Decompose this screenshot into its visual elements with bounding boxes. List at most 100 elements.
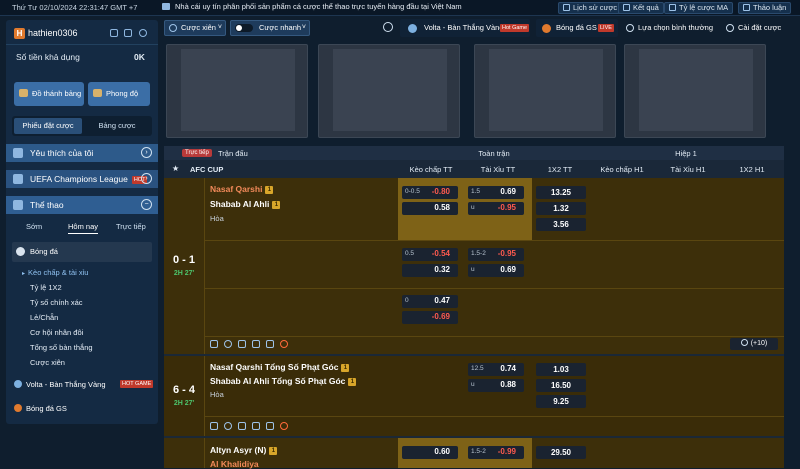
fire-icon[interactable] [280, 422, 288, 430]
stats-icon[interactable] [238, 422, 246, 430]
banner-2[interactable] [318, 44, 460, 138]
odds-cell[interactable]: 1.03 [536, 363, 586, 376]
menu-1x2[interactable]: Tỷ lệ 1X2 [30, 283, 62, 292]
menu-handicap[interactable]: ▸ Kèo chấp & tài xỉu [22, 268, 88, 277]
match-score: 0 - 1 [172, 254, 195, 266]
star-icon [13, 148, 23, 158]
favorite-icon[interactable] [210, 340, 218, 348]
results-icon [623, 4, 630, 11]
odds-cell[interactable]: u -0.95 [468, 202, 524, 215]
col-match: Trận đấu [218, 149, 248, 158]
sports-section[interactable]: Thể thao − [6, 196, 158, 214]
avatar: H [14, 28, 25, 39]
scoreboard-button[interactable]: Đồ thánh bảng [14, 82, 84, 106]
chevron-right-icon: › [141, 147, 152, 158]
banner-1[interactable] [166, 44, 308, 138]
odds-cell[interactable]: 16.50 [536, 379, 586, 392]
banner-4[interactable] [624, 44, 766, 138]
more-bets-button[interactable]: (+10) [730, 338, 778, 350]
tab-bet-slip[interactable]: Phiếu đặt cược [14, 118, 82, 134]
tv-icon[interactable] [266, 422, 274, 430]
chevron-down-icon: ˅ [301, 24, 306, 31]
col-ou-ft: Tài Xỉu TT [480, 165, 516, 174]
league-name: AFC CUP [190, 165, 224, 174]
odds-table: Trực tiếp Trận đấu Toàn trận Hiệp 1 ★ AF… [164, 146, 784, 469]
subtab-live[interactable]: Trực tiếp [116, 222, 146, 231]
odds-cell[interactable]: 13.25 [536, 186, 586, 199]
hot-game-badge: HOT GAME [120, 380, 154, 388]
favorite-icon[interactable] [210, 422, 218, 430]
chevron-down-icon: − [141, 199, 152, 210]
subtab-early[interactable]: Sớm [26, 222, 42, 231]
odds-cell[interactable]: 1.5 0.69 [468, 186, 524, 199]
odds-cell[interactable]: 0.60 [402, 446, 458, 459]
draw-label: Hòa [210, 390, 224, 399]
odds-cell[interactable]: u 0.69 [468, 264, 524, 277]
menu-correct-score[interactable]: Tỷ số chính xác [30, 298, 83, 307]
sidebar-volta[interactable]: Volta - Bàn Thắng Vàng HOT GAME [14, 380, 154, 389]
odds-cell[interactable]: 29.50 [536, 446, 586, 459]
draw-label: Hòa [210, 214, 224, 223]
form-button[interactable]: Phong độ [88, 82, 150, 106]
tab-bet-board[interactable]: Bảng cược [84, 118, 150, 134]
discussion-button[interactable]: Thảo luận [738, 2, 792, 14]
odds-cell[interactable]: 1.32 [536, 202, 586, 215]
trophy-icon [93, 89, 102, 97]
search-icon[interactable] [383, 22, 393, 32]
hot-game-badge: Hot Game [500, 24, 530, 32]
message-icon[interactable] [124, 29, 132, 37]
odds-cell[interactable]: 9.25 [536, 395, 586, 408]
sidebar-gs[interactable]: Bóng đá GS [14, 404, 67, 413]
view-icon[interactable] [224, 340, 232, 348]
match-score: 6 - 4 [172, 384, 195, 396]
results-button[interactable]: Kết quả [618, 2, 664, 14]
odds-cell[interactable]: 0-0.5 -0.80 [402, 186, 458, 199]
odds-cell[interactable]: 3.56 [536, 218, 586, 231]
chevron-right-icon: › [141, 173, 152, 184]
home-team: Altyn Asyr (N) 1 [210, 445, 278, 455]
gs-link[interactable]: Bóng đá GS LIVE [536, 19, 618, 37]
speaker-icon [162, 3, 170, 10]
stats-icon[interactable] [238, 340, 246, 348]
odds-cell[interactable]: u 0.88 [468, 379, 524, 392]
menu-total-goals[interactable]: Tổng số bàn thắng [30, 343, 93, 352]
quick-bet-toggle[interactable]: Cược nhanh ˅ [230, 20, 310, 36]
stats-icon: 1 [272, 201, 281, 209]
odds-type-button[interactable]: Tỷ lệ cược MA [664, 2, 734, 14]
view-icon[interactable] [224, 422, 232, 430]
banner-3[interactable] [474, 44, 616, 138]
match-time: 2H 27' [173, 270, 195, 277]
history-icon [563, 4, 570, 11]
odds-cell[interactable]: 1.5-2 -0.95 [468, 248, 524, 261]
parlay-button[interactable]: Cược xiên ˅ [164, 20, 226, 36]
ucl-section[interactable]: UEFA Champions League HOT › [6, 170, 158, 188]
fire-icon[interactable] [280, 340, 288, 348]
odds-cell[interactable]: -0.69 [402, 311, 458, 324]
book-icon[interactable] [110, 29, 118, 37]
normal-selection-button[interactable]: Lựa chọn bình thường [624, 19, 720, 37]
odds-cell[interactable]: 1.5-2 -0.99 [468, 446, 524, 459]
menu-parlay[interactable]: Cược xiên [30, 358, 65, 367]
sports-icon [13, 200, 23, 210]
menu-odd-even[interactable]: Lẻ/Chẵn [30, 313, 58, 322]
bet-history-button[interactable]: Lịch sử cược [558, 2, 623, 14]
refresh-icon[interactable] [139, 29, 147, 37]
subtab-today[interactable]: Hôm nay [68, 222, 99, 234]
volta-icon [14, 380, 22, 388]
favorites-section[interactable]: Yêu thích của tôi › [6, 144, 158, 162]
sport-football[interactable]: Bóng đá [12, 242, 152, 262]
stats-icon: 1 [341, 364, 350, 372]
odds-cell[interactable]: 0.5 -0.54 [402, 248, 458, 261]
bet-settings-button[interactable]: Cài đặt cược [724, 19, 788, 37]
col-hdp-ft: Kèo chấp TT [409, 165, 453, 174]
table-icon[interactable] [252, 340, 260, 348]
table-icon[interactable] [252, 422, 260, 430]
odds-cell[interactable]: 0 0.47 [402, 295, 458, 308]
menu-double-chance[interactable]: Cơ hội nhân đôi [30, 328, 83, 337]
tv-icon[interactable] [266, 340, 274, 348]
odds-cell[interactable]: 0.32 [402, 264, 458, 277]
volta-link[interactable]: Volta - Bàn Thắng Vàng Hot Game [400, 19, 530, 37]
star-icon[interactable]: ★ [172, 164, 179, 173]
odds-cell[interactable]: 0.58 [402, 202, 458, 215]
odds-cell[interactable]: 12.5 0.74 [468, 363, 524, 376]
